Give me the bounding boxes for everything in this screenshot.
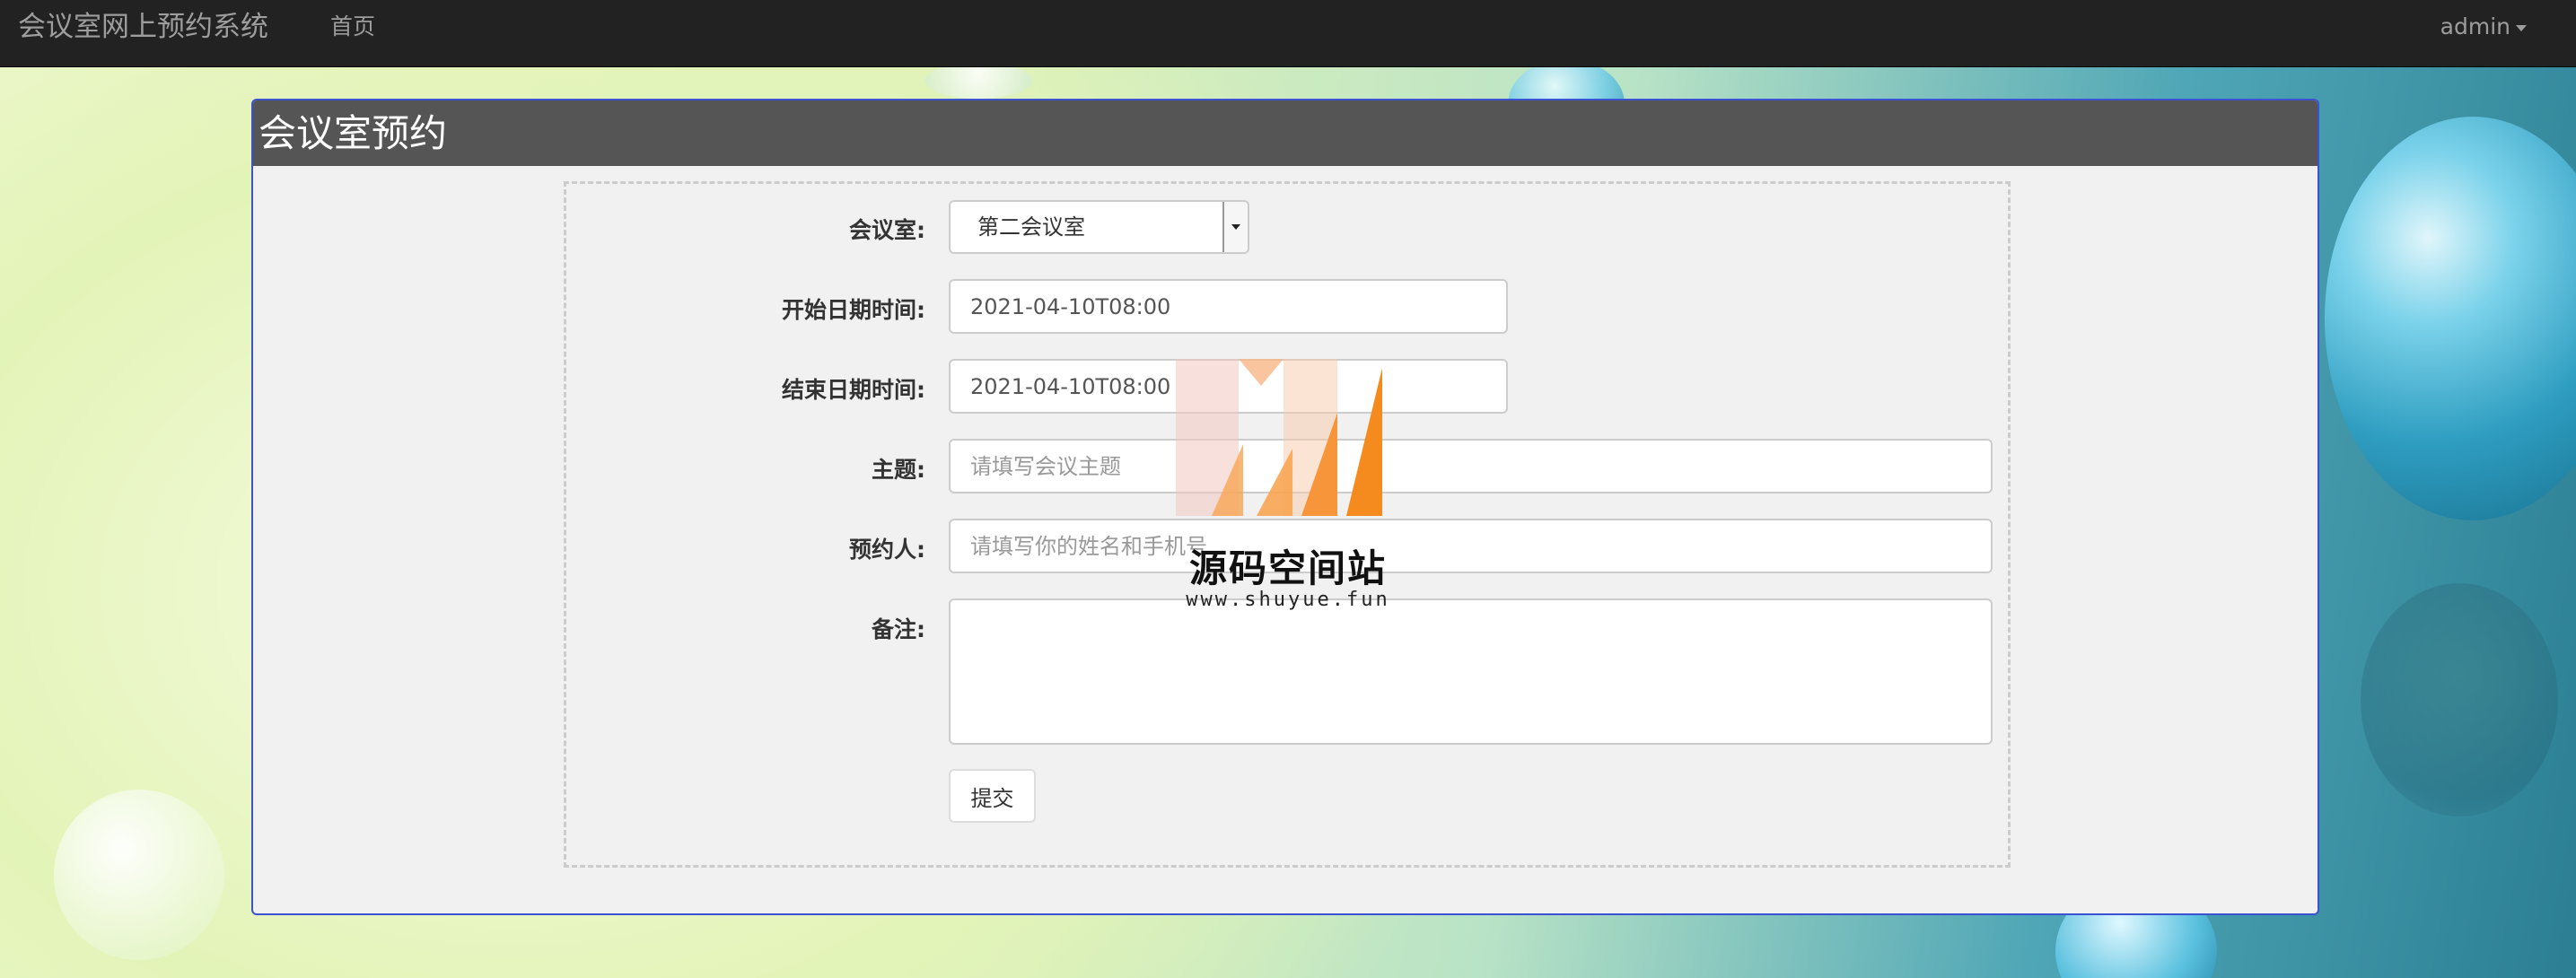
end-datetime-label: 结束日期时间: <box>782 377 925 403</box>
end-datetime-input[interactable] <box>949 359 1508 414</box>
subject-input[interactable] <box>949 439 1993 493</box>
panel-title: 会议室预约 <box>253 100 2318 166</box>
nav-home-link[interactable]: 首页 <box>330 0 375 54</box>
note-textarea[interactable] <box>949 598 1993 745</box>
booker-input[interactable] <box>949 519 1993 573</box>
triangle-down-icon <box>1231 224 1240 230</box>
bubble-decoration <box>2361 583 2558 816</box>
top-navbar: 会议室网上预约系统 首页 admin <box>0 0 2576 67</box>
brand-link[interactable]: 会议室网上预约系统 <box>18 0 268 54</box>
user-menu[interactable]: admin <box>2440 0 2527 54</box>
select-dropdown-button[interactable] <box>1222 202 1248 252</box>
note-label: 备注: <box>872 616 925 642</box>
user-name: admin <box>2440 13 2510 39</box>
bubble-decoration <box>54 790 224 960</box>
reservation-panel: 会议室预约 会议室: 第二会议室 开始日期时间: 结束日期时间: 主题: 预约人… <box>251 99 2319 915</box>
room-label: 会议室: <box>849 217 925 243</box>
submit-button[interactable]: 提交 <box>949 769 1036 823</box>
start-datetime-label: 开始日期时间: <box>782 297 925 323</box>
bubble-decoration <box>2325 117 2576 520</box>
room-select-value: 第二会议室 <box>977 214 1085 240</box>
bubble-decoration <box>924 63 1032 99</box>
caret-down-icon <box>2516 24 2527 31</box>
reservation-form: 会议室: 第二会议室 开始日期时间: 结束日期时间: 主题: 预约人: 备注: … <box>564 181 2011 868</box>
start-datetime-input[interactable] <box>949 279 1508 334</box>
subject-label: 主题: <box>872 457 925 483</box>
room-select[interactable]: 第二会议室 <box>949 200 1249 254</box>
booker-label: 预约人: <box>849 537 925 563</box>
